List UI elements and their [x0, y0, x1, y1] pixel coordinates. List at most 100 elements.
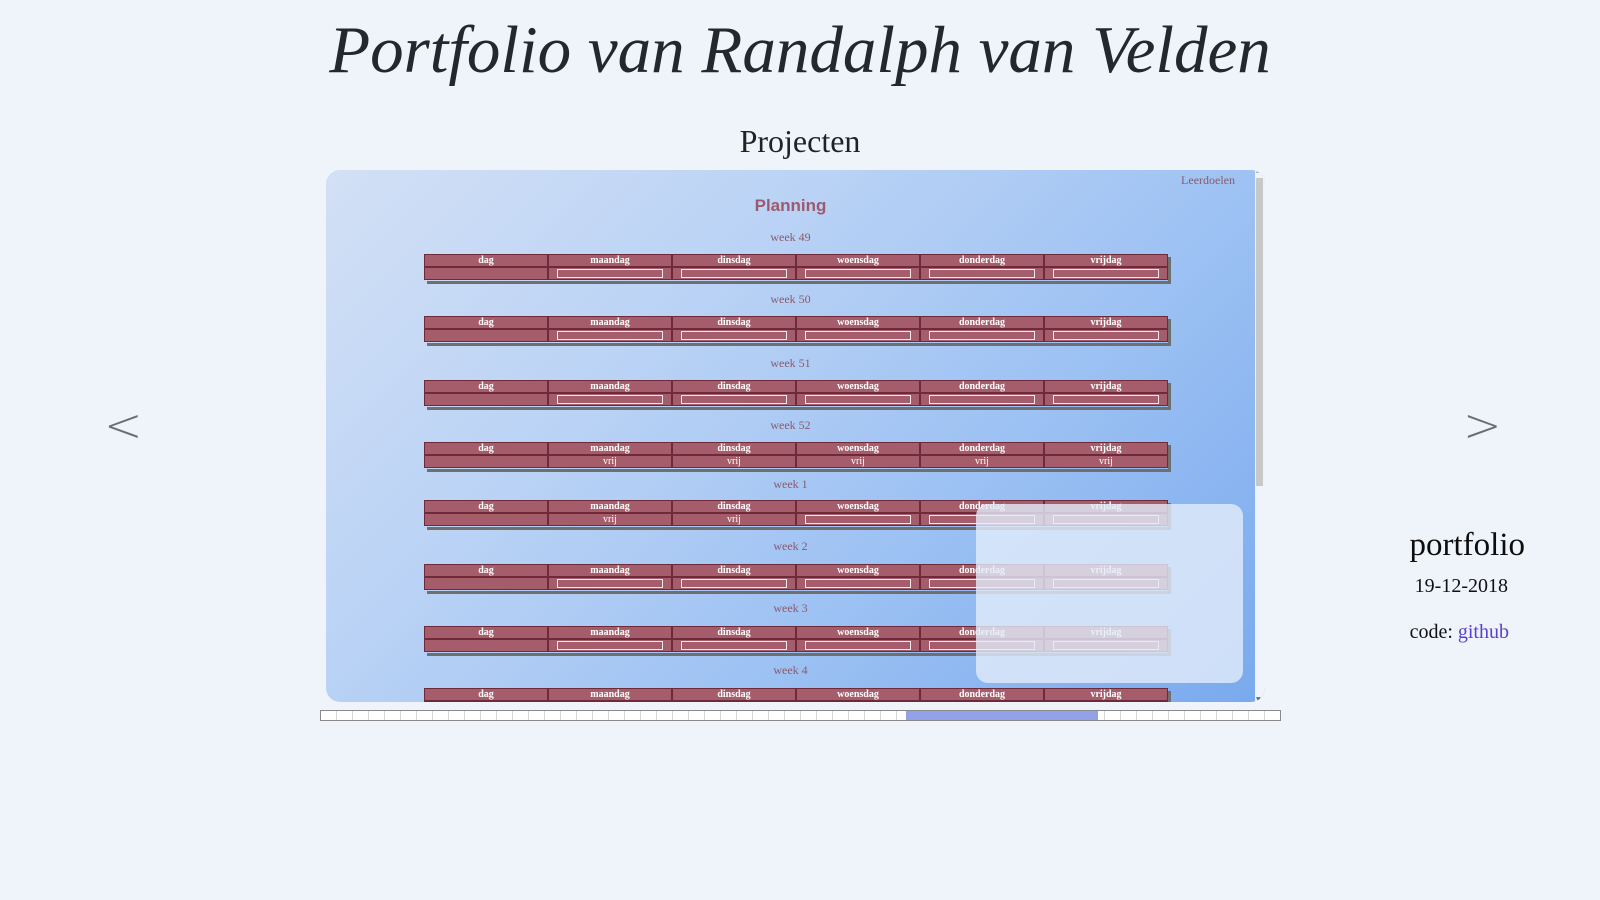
day-input-box[interactable]	[681, 579, 787, 588]
day-input-box[interactable]	[805, 395, 911, 404]
day-input-box[interactable]	[557, 395, 663, 404]
day-input-cell[interactable]	[920, 329, 1044, 342]
day-input-cell[interactable]	[796, 701, 920, 702]
day-input-box[interactable]	[805, 579, 911, 588]
day-input-cell[interactable]	[548, 701, 672, 702]
day-header: dinsdag	[672, 564, 796, 577]
page-title: Portfolio van Randalph van Velden	[329, 13, 1271, 87]
next-arrow-icon[interactable]: >	[1463, 400, 1502, 450]
day-input-cell[interactable]	[796, 393, 920, 406]
day-input-cell[interactable]	[1044, 393, 1168, 406]
week-table: dagmaandagdinsdagwoensdagdonderdagvrijda…	[424, 442, 1168, 469]
day-header: dag	[424, 316, 548, 329]
day-input-cell[interactable]	[672, 329, 796, 342]
day-header: maandag	[548, 380, 672, 393]
day-cell	[424, 701, 548, 702]
day-input-box[interactable]	[929, 331, 1035, 340]
viewer-scrollbar[interactable]: ▲ ▼	[1255, 170, 1265, 702]
day-header: donderdag	[920, 380, 1044, 393]
day-input-cell[interactable]	[920, 701, 1044, 702]
day-input-cell[interactable]	[920, 267, 1044, 280]
day-header: woensdag	[796, 626, 920, 639]
progress-indicator[interactable]	[905, 711, 1098, 720]
day-input-cell[interactable]	[672, 701, 796, 702]
day-header: vrijdag	[1044, 316, 1168, 329]
day-header: dag	[424, 442, 548, 455]
day-input-box[interactable]	[805, 515, 911, 524]
day-header: vrijdag	[1044, 380, 1168, 393]
day-header: vrijdag	[1044, 688, 1168, 701]
scroll-down-icon[interactable]: ▼	[1256, 696, 1261, 702]
day-header: dag	[424, 564, 548, 577]
day-input-cell[interactable]	[672, 639, 796, 652]
day-input-box[interactable]	[681, 395, 787, 404]
day-header: woensdag	[796, 564, 920, 577]
day-input-cell[interactable]	[796, 329, 920, 342]
day-header: dinsdag	[672, 442, 796, 455]
github-link[interactable]: github	[1458, 621, 1509, 643]
day-header: dinsdag	[672, 380, 796, 393]
day-header: dag	[424, 688, 548, 701]
day-header: donderdag	[920, 442, 1044, 455]
day-input-cell[interactable]	[1044, 267, 1168, 280]
day-input-box[interactable]	[1053, 331, 1159, 340]
day-input-cell[interactable]	[796, 267, 920, 280]
day-input-cell[interactable]	[672, 577, 796, 590]
day-input-cell[interactable]	[548, 267, 672, 280]
day-input-box[interactable]	[805, 269, 911, 278]
day-input-box[interactable]	[805, 331, 911, 340]
day-input-cell[interactable]	[548, 577, 672, 590]
leerdoelen-link[interactable]: Leerdoelen	[1181, 173, 1235, 188]
day-cell: vrij	[548, 513, 672, 526]
day-input-box[interactable]	[805, 641, 911, 650]
day-input-box[interactable]	[557, 269, 663, 278]
day-header: maandag	[548, 254, 672, 267]
week-table: dagmaandagdinsdagwoensdagdonderdagvrijda…	[424, 254, 1168, 281]
previous-arrow-icon[interactable]: <	[104, 400, 143, 450]
day-input-cell[interactable]	[1044, 329, 1168, 342]
day-cell	[424, 393, 548, 406]
day-input-box[interactable]	[557, 579, 663, 588]
day-input-box[interactable]	[681, 269, 787, 278]
day-header: maandag	[548, 688, 672, 701]
day-cell	[424, 513, 548, 526]
scroll-up-icon[interactable]: ▲	[1256, 170, 1261, 174]
day-input-box[interactable]	[1053, 395, 1159, 404]
scrollbar-thumb[interactable]	[1256, 178, 1263, 486]
day-header: woensdag	[796, 500, 920, 513]
day-input-cell[interactable]	[548, 639, 672, 652]
day-header: dag	[424, 254, 548, 267]
day-input-cell[interactable]	[796, 577, 920, 590]
day-input-box[interactable]	[929, 269, 1035, 278]
slide-progress-bar[interactable]	[320, 710, 1281, 721]
card-code: code: github	[1410, 620, 1509, 644]
day-input-box[interactable]	[681, 331, 787, 340]
day-header: dag	[424, 380, 548, 393]
day-input-box[interactable]	[557, 331, 663, 340]
day-cell	[424, 455, 548, 468]
day-input-cell[interactable]	[796, 513, 920, 526]
week-label: week 49	[770, 230, 811, 244]
day-input-box[interactable]	[557, 641, 663, 650]
day-input-cell[interactable]	[796, 639, 920, 652]
day-header: dinsdag	[672, 500, 796, 513]
day-header: dinsdag	[672, 254, 796, 267]
day-input-cell[interactable]	[672, 393, 796, 406]
day-input-box[interactable]	[681, 641, 787, 650]
day-input-cell[interactable]	[548, 393, 672, 406]
day-cell: vrij	[920, 455, 1044, 468]
week-table: dagmaandagdinsdagwoensdagdonderdagvrijda…	[424, 316, 1168, 343]
day-header: vrijdag	[1044, 254, 1168, 267]
day-input-cell[interactable]	[548, 329, 672, 342]
day-header: dag	[424, 626, 548, 639]
day-header: dinsdag	[672, 626, 796, 639]
day-header: woensdag	[796, 688, 920, 701]
day-input-cell[interactable]	[1044, 701, 1168, 702]
planning-title: Planning	[754, 196, 827, 215]
day-input-box[interactable]	[929, 395, 1035, 404]
day-input-cell[interactable]	[920, 393, 1044, 406]
week-table: dagmaandagdinsdagwoensdagdonderdagvrijda…	[424, 380, 1168, 407]
day-input-cell[interactable]	[672, 267, 796, 280]
day-input-box[interactable]	[1053, 269, 1159, 278]
day-header: dinsdag	[672, 688, 796, 701]
